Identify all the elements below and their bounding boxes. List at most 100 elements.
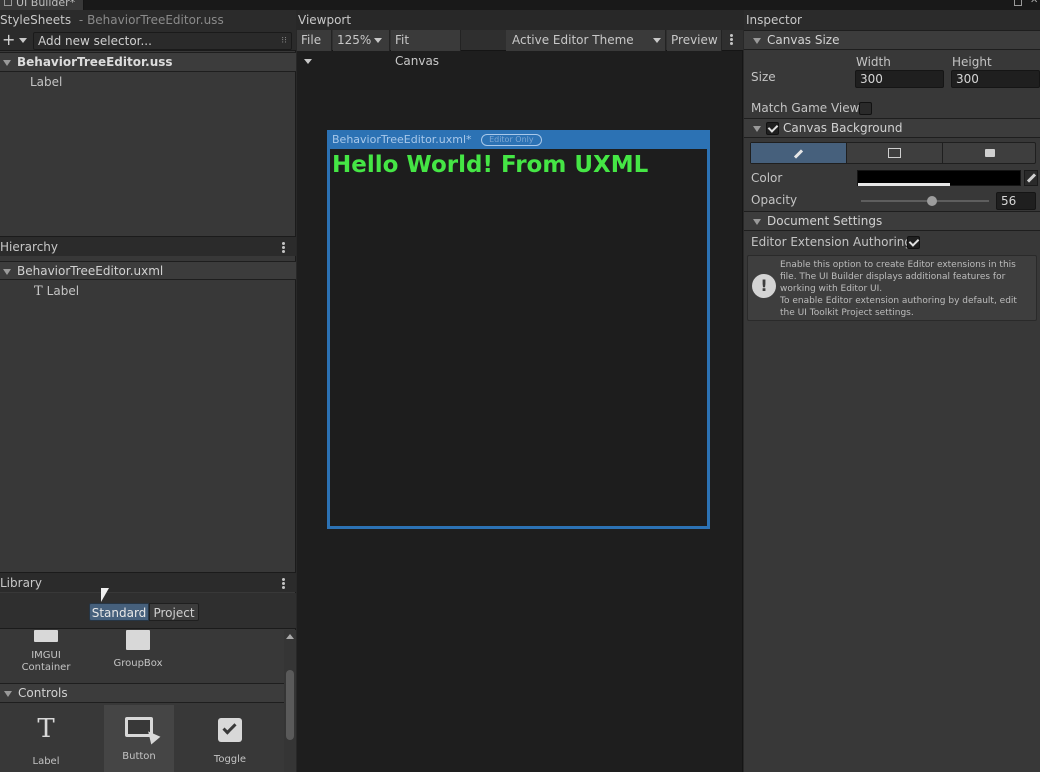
hierarchy-menu-icon[interactable] (282, 242, 285, 254)
canvas-title-bar[interactable]: BehaviorTreeEditor.uxml* Editor Only (327, 130, 710, 149)
library-menu-icon[interactable] (282, 578, 285, 590)
opacity-slider-thumb[interactable] (927, 196, 937, 206)
width-field[interactable]: 300 (855, 70, 944, 88)
viewport-toolbar: File 125% Fit Canvas Active Editor Theme… (297, 30, 743, 68)
color-label: Color (751, 171, 783, 185)
fit-canvas-button[interactable]: Fit Canvas (391, 30, 461, 68)
mode-camera-button[interactable] (942, 143, 1037, 163)
library-tabs: Standard Project (0, 593, 296, 629)
foldout-arrow-icon[interactable] (4, 690, 12, 697)
viewport-menu-icon[interactable] (730, 34, 733, 46)
canvas-background-label: Canvas Background (783, 121, 903, 135)
close-icon[interactable]: ✕ (1030, 0, 1038, 6)
add-menu-caret[interactable] (19, 38, 27, 43)
imgui-container-icon (34, 630, 58, 642)
window-icon (4, 0, 12, 6)
canvas-background-section[interactable]: Canvas Background (744, 118, 1040, 138)
foldout-arrow-icon[interactable] (753, 218, 761, 225)
window-tab-label: UI Builder* (16, 0, 76, 9)
tab-project-label: Project (153, 606, 195, 620)
help-line: Enable this option to create Editor exte… (780, 260, 1016, 270)
height-field[interactable]: 300 (951, 70, 1040, 88)
selector-handle-icon[interactable]: ⁝⁝ (281, 33, 287, 49)
add-selector-input[interactable]: Add new selector... ⁝⁝ (33, 32, 292, 50)
mode-image-button[interactable] (846, 143, 942, 163)
window-title-bar: UI Builder* ✕ (0, 0, 1040, 10)
foldout-arrow-icon[interactable] (3, 59, 11, 66)
hierarchy-file-name: BehaviorTreeEditor.uxml (17, 264, 164, 278)
canvas-background-checkbox[interactable] (766, 122, 779, 135)
tab-standard-label: Standard (91, 606, 147, 620)
library-item-button[interactable]: Button (104, 705, 174, 772)
canvas-document[interactable]: Hello World! From UXML (330, 149, 707, 526)
size-label: Size (751, 70, 776, 84)
scroll-thumb[interactable] (286, 670, 294, 740)
hierarchy-header: Hierarchy (0, 236, 296, 256)
width-value: 300 (860, 72, 883, 86)
help-line: To enable Editor extension authoring by … (780, 296, 1017, 306)
inspector-title: Inspector (746, 13, 802, 27)
selector-item[interactable]: Label (30, 74, 62, 90)
chevron-down-icon (304, 59, 312, 64)
fit-canvas-label: Fit Canvas (395, 33, 440, 68)
opacity-field[interactable]: 56 (996, 192, 1036, 210)
help-line: file. The UI Builder displays additional… (780, 272, 1006, 282)
help-box: ! Enable this option to create Editor ex… (747, 255, 1037, 321)
tab-standard[interactable]: Standard (89, 603, 149, 621)
tab-project[interactable]: Project (149, 603, 199, 621)
editor-extension-label: Editor Extension Authoring (751, 235, 913, 249)
chevron-down-icon (374, 38, 383, 43)
theme-select[interactable]: Active Editor Theme (506, 30, 666, 51)
imgui-container-label-2: Container (21, 662, 71, 673)
canvas-size-section[interactable]: Canvas Size (744, 30, 1040, 50)
add-selector-placeholder: Add new selector... (38, 34, 152, 48)
zoom-menu-label: 125% (337, 33, 372, 47)
editor-only-badge: Editor Only (481, 134, 542, 146)
button-icon (125, 717, 161, 745)
file-menu-label: File (301, 33, 322, 47)
inspector-empty-area (744, 330, 1040, 772)
mode-color-button[interactable] (751, 143, 846, 163)
alpha-bar (858, 183, 950, 186)
library-item-imgui-container[interactable]: IMGUI Container (10, 630, 82, 682)
controls-section-label: Controls (18, 686, 68, 700)
stylesheets-title: StyleSheets (0, 13, 72, 27)
library-item-groupbox[interactable]: GroupBox (102, 630, 174, 682)
hierarchy-file-row[interactable]: BehaviorTreeEditor.uxml (0, 261, 296, 280)
hierarchy-item[interactable]: T Label (34, 282, 79, 300)
editor-extension-checkbox[interactable] (907, 236, 920, 249)
color-field[interactable] (857, 170, 1021, 186)
document-settings-section[interactable]: Document Settings (744, 211, 1040, 231)
height-label: Height (952, 55, 992, 69)
eyedropper-icon[interactable] (1024, 170, 1038, 186)
foldout-arrow-icon[interactable] (3, 268, 11, 275)
selector-toolbar: + Add new selector... ⁝⁝ (0, 30, 296, 51)
window-tab[interactable]: UI Builder* (0, 0, 85, 10)
zoom-menu-button[interactable]: 125% (333, 30, 390, 51)
canvas-hello-label[interactable]: Hello World! From UXML (332, 151, 648, 179)
match-game-view-checkbox[interactable] (859, 102, 872, 115)
scroll-up-arrow-icon[interactable] (286, 634, 294, 639)
canvas-frame[interactable]: BehaviorTreeEditor.uxml* Editor Only Hel… (327, 130, 710, 529)
camera-icon (985, 149, 995, 157)
toggle-item-label: Toggle (213, 754, 247, 765)
image-icon (888, 148, 901, 158)
height-value: 300 (956, 72, 979, 86)
opacity-slider[interactable] (861, 196, 989, 206)
stylesheet-file-row[interactable]: BehaviorTreeEditor.uss (0, 52, 296, 72)
foldout-arrow-icon[interactable] (753, 37, 761, 44)
controls-section-header[interactable]: Controls (0, 683, 284, 703)
file-menu-button[interactable]: File (297, 30, 332, 64)
library-item-label[interactable]: T Label (10, 706, 82, 772)
library-scrollbar[interactable] (284, 630, 296, 772)
imgui-container-label-1: IMGUI (31, 650, 61, 661)
toggle-icon (218, 718, 242, 742)
background-mode-toggle (750, 142, 1036, 164)
library-item-toggle[interactable]: Toggle (194, 706, 266, 772)
plus-icon[interactable]: + (2, 30, 15, 50)
label-item-label: Label (32, 756, 60, 767)
maximize-icon[interactable] (1014, 0, 1022, 6)
viewport-header: Viewport (297, 10, 743, 30)
preview-button[interactable]: Preview (667, 30, 722, 51)
foldout-arrow-icon[interactable] (753, 125, 761, 132)
